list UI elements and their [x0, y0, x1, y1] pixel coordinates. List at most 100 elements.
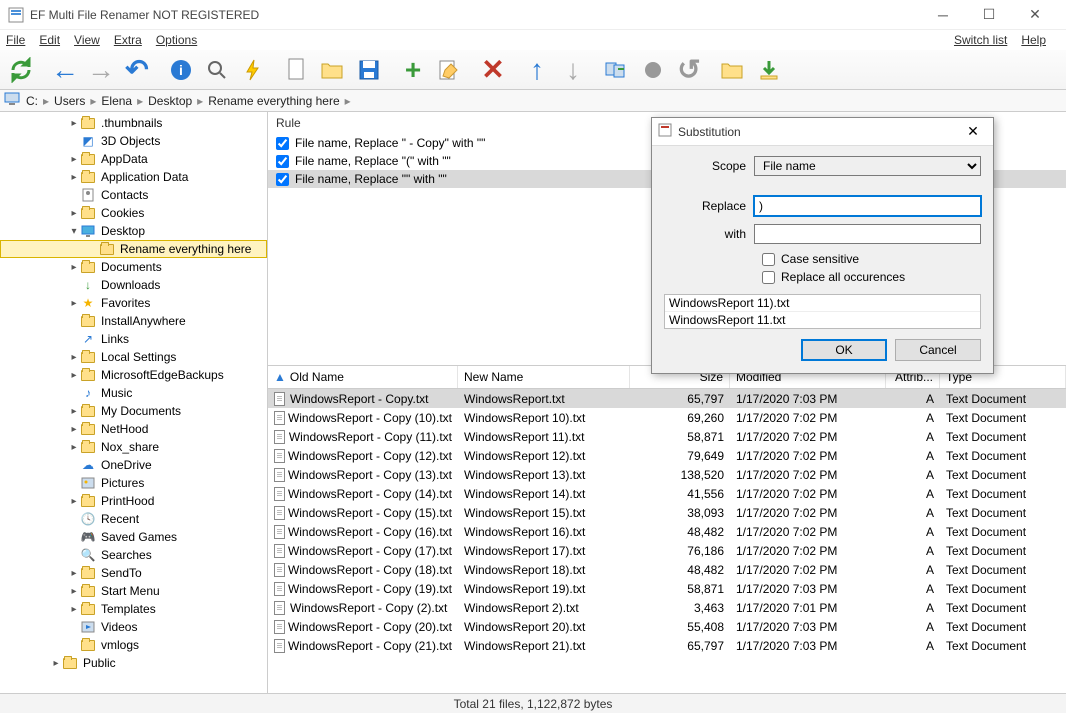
tree-item[interactable]: ▸SendTo: [0, 564, 267, 582]
replace-all-checkbox[interactable]: [762, 271, 775, 284]
tree-item[interactable]: 🎮Saved Games: [0, 528, 267, 546]
forward-button[interactable]: →: [84, 53, 118, 87]
refresh-button[interactable]: [4, 53, 38, 87]
save-button[interactable]: [352, 53, 386, 87]
file-row[interactable]: WindowsReport - Copy (14).txt WindowsRep…: [268, 484, 1066, 503]
tree-item[interactable]: ▸Application Data: [0, 168, 267, 186]
tree-item[interactable]: ▸★Favorites: [0, 294, 267, 312]
file-row[interactable]: WindowsReport - Copy (11).txt WindowsRep…: [268, 427, 1066, 446]
col-old-name[interactable]: ▲Old Name: [268, 366, 458, 388]
tree-item[interactable]: ↓Downloads: [0, 276, 267, 294]
menu-extra[interactable]: Extra: [114, 33, 142, 47]
tree-item[interactable]: ▸Start Menu: [0, 582, 267, 600]
lightning-button[interactable]: [236, 53, 270, 87]
minimize-button[interactable]: ─: [920, 0, 966, 30]
tree-item[interactable]: Videos: [0, 618, 267, 636]
file-row[interactable]: WindowsReport - Copy (10).txt WindowsRep…: [268, 408, 1066, 427]
tree-twisty-icon[interactable]: ▸: [68, 406, 80, 417]
tree-twisty-icon[interactable]: ▸: [50, 658, 62, 669]
file-row[interactable]: WindowsReport - Copy (15).txt WindowsRep…: [268, 503, 1066, 522]
file-row[interactable]: WindowsReport - Copy (12).txt WindowsRep…: [268, 446, 1066, 465]
tree-item[interactable]: vmlogs: [0, 636, 267, 654]
search-button[interactable]: [200, 53, 234, 87]
folder-button[interactable]: [716, 53, 750, 87]
tree-twisty-icon[interactable]: ▸: [68, 262, 80, 273]
tree-item[interactable]: ▸.thumbnails: [0, 114, 267, 132]
breadcrumb-segment[interactable]: Elena: [99, 94, 134, 108]
breadcrumb-segment[interactable]: Rename everything here: [206, 94, 341, 108]
tree-item[interactable]: ▸NetHood: [0, 420, 267, 438]
tree-twisty-icon[interactable]: ▾: [68, 226, 80, 237]
tree-item[interactable]: ↗Links: [0, 330, 267, 348]
breadcrumb-segment[interactable]: Desktop: [146, 94, 194, 108]
dialog-close-button[interactable]: ✕: [959, 121, 987, 143]
tree-item[interactable]: ☁OneDrive: [0, 456, 267, 474]
rule-checkbox[interactable]: [276, 155, 289, 168]
file-row[interactable]: WindowsReport - Copy (20).txt WindowsRep…: [268, 617, 1066, 636]
tree-twisty-icon[interactable]: ▸: [68, 298, 80, 309]
tree-twisty-icon[interactable]: ▸: [68, 604, 80, 615]
tree-twisty-icon[interactable]: ▸: [68, 568, 80, 579]
tree-item[interactable]: ▸MicrosoftEdgeBackups: [0, 366, 267, 384]
close-button[interactable]: ✕: [1012, 0, 1058, 30]
file-row[interactable]: WindowsReport - Copy (16).txt WindowsRep…: [268, 522, 1066, 541]
file-row[interactable]: WindowsReport - Copy (13).txt WindowsRep…: [268, 465, 1066, 484]
menu-options[interactable]: Options: [156, 33, 197, 47]
back-button[interactable]: ←: [48, 53, 82, 87]
tree-item[interactable]: Contacts: [0, 186, 267, 204]
rule-checkbox[interactable]: [276, 173, 289, 186]
tree-twisty-icon[interactable]: ▸: [68, 208, 80, 219]
tree-item[interactable]: 🕓Recent: [0, 510, 267, 528]
tree-item[interactable]: ▸Documents: [0, 258, 267, 276]
move-up-button[interactable]: ↑: [520, 53, 554, 87]
menu-switch-list[interactable]: Switch list: [954, 33, 1007, 47]
replace-input[interactable]: [754, 196, 981, 216]
dialog-titlebar[interactable]: Substitution ✕: [652, 118, 993, 146]
menu-file[interactable]: File: [6, 33, 25, 47]
scope-select[interactable]: File name: [754, 156, 981, 176]
edit-button[interactable]: [432, 53, 466, 87]
delete-button[interactable]: ✕: [476, 53, 510, 87]
tree-twisty-icon[interactable]: ▸: [68, 424, 80, 435]
tree-twisty-icon[interactable]: ▸: [68, 118, 80, 129]
tree-twisty-icon[interactable]: ▸: [68, 442, 80, 453]
file-row[interactable]: WindowsReport - Copy (17).txt WindowsRep…: [268, 541, 1066, 560]
with-input[interactable]: [754, 224, 981, 244]
breadcrumb-segment[interactable]: C:: [24, 94, 40, 108]
add-button[interactable]: +: [396, 53, 430, 87]
move-down-button[interactable]: ↓: [556, 53, 590, 87]
file-row[interactable]: WindowsReport - Copy (18).txt WindowsRep…: [268, 560, 1066, 579]
tree-item[interactable]: ▸Templates: [0, 600, 267, 618]
breadcrumb-segment[interactable]: Users: [52, 94, 87, 108]
ok-button[interactable]: OK: [801, 339, 887, 361]
rule-checkbox[interactable]: [276, 137, 289, 150]
maximize-button[interactable]: ☐: [966, 0, 1012, 30]
tree-twisty-icon[interactable]: ▸: [68, 370, 80, 381]
tree-item[interactable]: ♪Music: [0, 384, 267, 402]
new-file-button[interactable]: [280, 53, 314, 87]
menu-edit[interactable]: Edit: [39, 33, 60, 47]
tree-item[interactable]: InstallAnywhere: [0, 312, 267, 330]
tree-item[interactable]: ▸AppData: [0, 150, 267, 168]
case-sensitive-checkbox[interactable]: [762, 253, 775, 266]
file-row[interactable]: WindowsReport - Copy (19).txt WindowsRep…: [268, 579, 1066, 598]
tree-twisty-icon[interactable]: ▸: [68, 154, 80, 165]
undo-nav-button[interactable]: ↶: [120, 53, 154, 87]
tree-item[interactable]: ▾Desktop: [0, 222, 267, 240]
tree-item[interactable]: ▸PrintHood: [0, 492, 267, 510]
tree-item[interactable]: Pictures: [0, 474, 267, 492]
menu-view[interactable]: View: [74, 33, 100, 47]
tree-twisty-icon[interactable]: ▸: [68, 172, 80, 183]
tree-twisty-icon[interactable]: ▸: [68, 352, 80, 363]
tree-item[interactable]: ▸Cookies: [0, 204, 267, 222]
folder-tree[interactable]: ▸.thumbnails◩3D Objects▸AppData▸Applicat…: [0, 112, 268, 693]
file-row[interactable]: WindowsReport - Copy (2).txt WindowsRepo…: [268, 598, 1066, 617]
tree-twisty-icon[interactable]: ▸: [68, 496, 80, 507]
cancel-button[interactable]: Cancel: [895, 339, 981, 361]
tree-item[interactable]: Rename everything here: [0, 240, 267, 258]
menu-help[interactable]: Help: [1021, 33, 1046, 47]
record-button[interactable]: [636, 53, 670, 87]
undo-button[interactable]: ↺: [672, 53, 706, 87]
tree-item[interactable]: ▸Public: [0, 654, 267, 672]
col-new-name[interactable]: New Name: [458, 366, 630, 388]
